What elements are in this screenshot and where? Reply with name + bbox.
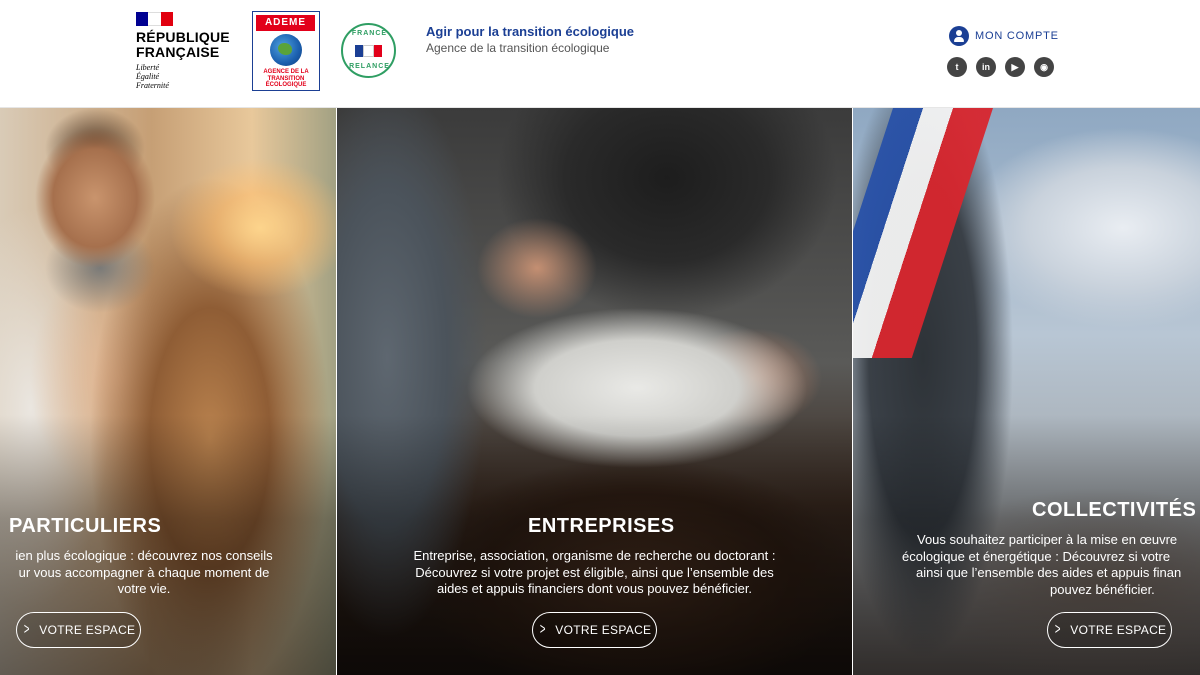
panel-description: ien plus écologique : découvrez nos cons…: [15, 548, 273, 596]
tagline-subtitle: Agence de la transition écologique: [426, 41, 610, 55]
chevron-right-icon: >: [539, 621, 546, 638]
french-flag-icon: [136, 12, 173, 26]
republique-name: RÉPUBLIQUE FRANÇAISE: [136, 29, 230, 60]
linkedin-icon[interactable]: in: [976, 57, 996, 77]
panel-title: COLLECTIVITÉS: [1032, 499, 1197, 521]
site-tagline: Agir pour la transition écologique Agenc…: [426, 24, 634, 56]
user-icon: [949, 26, 969, 46]
account-label: MON COMPTE: [975, 30, 1059, 42]
panel-title: PARTICULIERS: [9, 515, 162, 537]
flags-icon: [355, 45, 382, 57]
panel-entreprises[interactable]: ENTREPRISES Entreprise, association, org…: [337, 108, 852, 675]
panel-particuliers[interactable]: PARTICULIERS ien plus écologique : décou…: [0, 108, 336, 675]
republique-francaise-logo[interactable]: RÉPUBLIQUE FRANÇAISE Liberté Égalité Fra…: [136, 12, 230, 90]
button-label: VOTRE ESPACE: [39, 623, 136, 637]
republique-motto: Liberté Égalité Fraternité: [136, 63, 169, 90]
youtube-icon[interactable]: ▶: [1005, 57, 1025, 77]
ademe-logo-text: AGENCE DE LA TRANSITION ÉCOLOGIQUE: [263, 69, 309, 88]
twitter-icon[interactable]: t: [947, 57, 967, 77]
votre-espace-button[interactable]: > VOTRE ESPACE: [532, 612, 657, 648]
button-label: VOTRE ESPACE: [1070, 623, 1167, 637]
panel-collectivites[interactable]: COLLECTIVITÉS Vous souhaitez participer …: [853, 108, 1200, 675]
france-relance-text-top: FRANCE: [351, 30, 388, 37]
votre-espace-button[interactable]: > VOTRE ESPACE: [16, 612, 141, 648]
tagline-title: Agir pour la transition écologique: [426, 24, 635, 39]
panel-title: ENTREPRISES: [528, 515, 675, 537]
account-link[interactable]: MON COMPTE: [949, 26, 1059, 46]
votre-espace-button[interactable]: > VOTRE ESPACE: [1047, 612, 1172, 648]
panel-description: Entreprise, association, organisme de re…: [413, 548, 776, 596]
chevron-right-icon: >: [1054, 621, 1061, 638]
chevron-right-icon: >: [23, 621, 30, 638]
panel-description: Vous souhaitez participer à la mise en œ…: [902, 532, 1182, 597]
france-relance-logo: FRANCE RELANCE: [341, 23, 396, 78]
social-links: t in ▶ ◉: [947, 57, 1054, 77]
site-header: RÉPUBLIQUE FRANÇAISE Liberté Égalité Fra…: [0, 0, 1200, 108]
ademe-logo[interactable]: ADEME AGENCE DE LA TRANSITION ÉCOLOGIQUE: [252, 11, 320, 91]
ademe-logo-title: ADEME: [256, 15, 315, 31]
globe-icon: [270, 34, 302, 66]
rss-icon[interactable]: ◉: [1034, 57, 1054, 77]
france-relance-text-bottom: RELANCE: [349, 63, 390, 70]
button-label: VOTRE ESPACE: [555, 623, 652, 637]
